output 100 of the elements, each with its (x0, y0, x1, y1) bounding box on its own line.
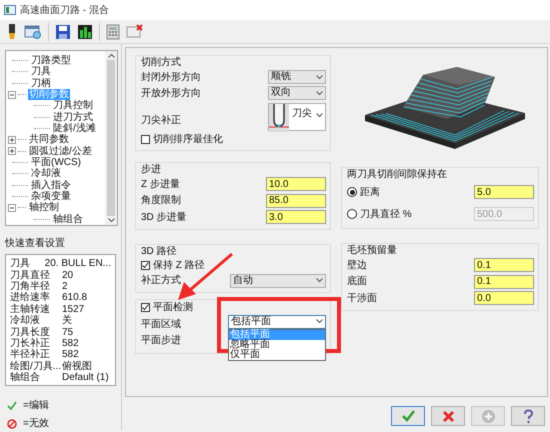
expand-icon[interactable] (8, 136, 16, 144)
scroll-up-icon[interactable] (108, 53, 114, 58)
tree-item[interactable]: 陡斜/浅滩 (52, 123, 97, 134)
setting-label: 轴组合 (10, 370, 41, 386)
help-button[interactable] (511, 406, 545, 426)
ok-button[interactable] (391, 406, 425, 426)
field-label: 3D 步进量 (141, 210, 187, 225)
scrollbar[interactable] (105, 51, 117, 225)
setting-value: Default (1) (62, 371, 109, 386)
checkbox[interactable]: 保持 Z 路径 (141, 258, 330, 272)
group-title: 两刀具切削间隙保持在 (347, 169, 448, 181)
tree-item[interactable]: 插入指令 (30, 180, 72, 191)
setting-value: 2 (62, 280, 68, 293)
group-title: 切削方式 (141, 57, 182, 69)
caret-icon (316, 278, 323, 283)
section-title: 快速查看设置 (5, 236, 66, 251)
dropdown[interactable]: 顺铣 (268, 70, 326, 84)
checkmark-icon (142, 304, 149, 310)
window-icon[interactable] (24, 24, 42, 40)
setting-label: 半径补正 (10, 348, 51, 361)
tree-item[interactable]: 杂项变量 (30, 191, 72, 202)
tree-item[interactable]: 轴控制 (28, 202, 60, 214)
chart-icon[interactable] (77, 24, 93, 40)
checkbox[interactable]: 切削排序最佳化 (141, 132, 330, 147)
save-icon[interactable] (55, 24, 71, 40)
checkmark-icon (142, 262, 149, 268)
setting-label: 刀具长度 (10, 326, 51, 338)
delete-window-icon[interactable] (126, 24, 144, 40)
tree-item[interactable]: 进刀方式 (52, 112, 94, 123)
tree-item[interactable]: 刀柄 (30, 78, 52, 89)
field-label: 补正方式 (141, 274, 181, 288)
plus-icon (480, 408, 496, 424)
number-field[interactable]: 5.0 (474, 185, 534, 199)
tree-item[interactable]: 刀具 (30, 66, 52, 78)
radio-button[interactable]: 刀具直径 % (347, 206, 412, 222)
tree-item[interactable]: 刀路类型 (30, 55, 72, 66)
collapse-icon[interactable] (8, 90, 16, 99)
legend-label: =编辑 (23, 398, 49, 413)
setting-value: 1527 (62, 302, 84, 315)
tree-item[interactable]: 刀具控制 (52, 100, 94, 112)
radio-button[interactable]: 距离 (347, 184, 380, 200)
expand-icon[interactable] (8, 147, 16, 156)
tree-item[interactable]: 平面(WCS) (30, 157, 82, 168)
caret-icon (316, 112, 323, 118)
setting-value: 关 (62, 314, 72, 328)
field-label: 角度限制 (141, 194, 181, 208)
group-title: 3D 路径 (141, 246, 178, 258)
group-title: 毛坯预留量 (347, 245, 398, 257)
field-label: 刀尖补正 (141, 114, 181, 128)
number-field[interactable]: 85.0 (266, 194, 326, 208)
tree-item[interactable]: 共同参数 (28, 134, 70, 146)
app-icon (4, 4, 16, 16)
caret-icon (316, 74, 323, 80)
checkbox[interactable]: 平面检测 (141, 300, 330, 314)
setting-value: 582 (62, 348, 79, 360)
field-label: 干涉面 (347, 292, 377, 306)
setting-value: 20 (62, 268, 74, 282)
field-label: 开放外形方向 (141, 86, 201, 100)
tree-item[interactable]: 冷却液 (30, 168, 62, 180)
setting-label: 冷却液 (10, 314, 41, 326)
setting-value: 俯视图 (62, 360, 92, 372)
setting-label: 进给速率 (10, 290, 51, 304)
cancel-button[interactable] (431, 406, 465, 426)
field-label: Z 步进量 (141, 178, 180, 192)
window-title: 高速曲面刀路 - 混合 (20, 4, 109, 18)
setting-value: 75 (62, 326, 74, 339)
tree-item[interactable]: 圆弧过滤/公差 (28, 146, 93, 157)
dropdown-option[interactable]: 忽略平面 (229, 340, 325, 350)
dropdown[interactable]: 包括平面 (228, 314, 326, 328)
field-label: 平面区域 (141, 318, 181, 332)
check-icon (400, 408, 416, 424)
setting-label: 刀长补正 (10, 336, 51, 349)
setting-label: 刀具 (10, 257, 30, 270)
tool-tip-icon (269, 104, 289, 132)
number-field[interactable]: 0.1 (474, 258, 534, 272)
dropdown[interactable]: 自动 (230, 274, 326, 288)
field-label: 底面 (347, 274, 367, 290)
setting-value: 20. BULL EN... (44, 257, 111, 270)
legend-label: =无效 (23, 417, 49, 431)
caret-icon (316, 319, 323, 324)
setting-value: 610.8 (62, 291, 88, 305)
field-label: 平面步进 (141, 334, 181, 348)
setting-label: 绘图/刀具... (10, 360, 62, 372)
number-field[interactable]: 10.0 (266, 177, 326, 192)
dropdown[interactable]: 双向 (268, 86, 326, 100)
calculator-icon[interactable] (106, 24, 120, 40)
tool-icon[interactable] (6, 22, 18, 40)
prohibited-icon (7, 418, 17, 428)
field-label: 壁边 (347, 258, 367, 273)
number-field[interactable]: 0.1 (474, 274, 534, 289)
caret-icon (316, 90, 323, 96)
dropdown-option[interactable]: 仅平面 (229, 350, 325, 360)
scroll-down-icon[interactable] (108, 218, 114, 223)
number-field[interactable]: 3.0 (266, 210, 326, 224)
tree-item[interactable]: 轴组合 (52, 214, 84, 225)
tool-dropdown[interactable]: 刀尖 (268, 102, 326, 130)
setting-label: 刀具直径 (10, 268, 51, 281)
setting-label: 刀角半径 (10, 280, 51, 292)
collapse-icon[interactable] (8, 204, 16, 212)
number-field[interactable]: 0.0 (474, 291, 534, 306)
